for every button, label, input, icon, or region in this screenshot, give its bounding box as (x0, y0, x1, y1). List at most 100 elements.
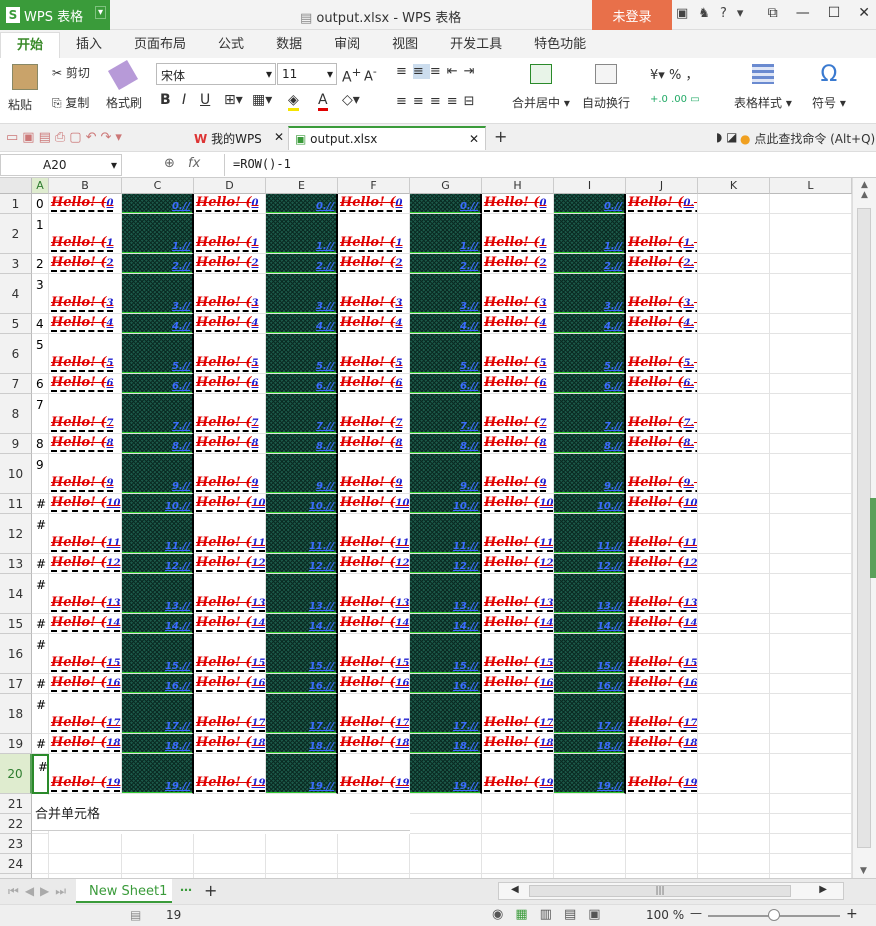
cell-d20[interactable]: Hello! (19 (194, 754, 266, 794)
cell-b15[interactable]: Hello! (14 (49, 614, 122, 634)
cell-e7[interactable]: 6.// (266, 374, 338, 394)
cell-a15[interactable]: # (32, 614, 49, 634)
cell-d23[interactable] (194, 834, 266, 854)
cell-f24[interactable] (338, 854, 410, 874)
cell-h10[interactable]: Hello! (9 (482, 454, 554, 494)
cell-j3[interactable]: Hello! (2. §) (626, 254, 698, 274)
cell-h16[interactable]: Hello! (15 (482, 634, 554, 674)
bold-button[interactable]: B (160, 92, 171, 108)
merge-center-button[interactable]: 合并居中 ▾ (512, 64, 570, 111)
cell-d15[interactable]: Hello! (14 (194, 614, 266, 634)
cell-g6[interactable]: 5.// (410, 334, 482, 374)
quick-access-toolbar[interactable]: ▭▣▤⎙▢↶↷▾ (6, 130, 126, 145)
cell-f14[interactable]: Hello! (13 (338, 574, 410, 614)
cell-g1[interactable]: 0.// (410, 194, 482, 214)
cell-h20[interactable]: Hello! (19 (482, 754, 554, 794)
cell-d7[interactable]: Hello! (6 (194, 374, 266, 394)
cell-b13[interactable]: Hello! (12 (49, 554, 122, 574)
border-icon[interactable]: ⊞▾ (224, 92, 243, 108)
cell-j6[interactable]: Hello! (5. §) (626, 334, 698, 374)
sync-icon[interactable]: ◗ ◪ (716, 130, 737, 144)
cell-k13[interactable] (698, 554, 770, 574)
help-icon[interactable]: ? (720, 6, 727, 21)
cell-e8[interactable]: 7.// (266, 394, 338, 434)
paste-button[interactable]: 粘贴 (8, 64, 38, 113)
cell-g11[interactable]: 10.// (410, 494, 482, 514)
cell-g12[interactable]: 11.// (410, 514, 482, 554)
cell-c2[interactable]: 1.// (122, 214, 194, 254)
number-format-group[interactable]: ¥▾ % ， (650, 64, 698, 83)
cell-c3[interactable]: 2.// (122, 254, 194, 274)
cell-c4[interactable]: 3.// (122, 274, 194, 314)
cell-k1[interactable] (698, 194, 770, 214)
shirt-icon[interactable]: ♞ (698, 6, 710, 21)
cell-i13[interactable]: 12.// (554, 554, 626, 574)
cell-c23[interactable] (122, 834, 194, 854)
cell-j5[interactable]: Hello! (4. §) (626, 314, 698, 334)
clear-format-icon[interactable]: ◇▾ (342, 92, 360, 108)
cell-c19[interactable]: 18.// (122, 734, 194, 754)
sheet-tab-new-sheet1[interactable]: New Sheet1 (76, 879, 172, 903)
cell-c15[interactable]: 14.// (122, 614, 194, 634)
cell-b8[interactable]: Hello! (7 (49, 394, 122, 434)
column-header-f[interactable]: F (338, 178, 410, 194)
cell-j22[interactable] (626, 814, 698, 834)
cell-k18[interactable] (698, 694, 770, 734)
cell-b19[interactable]: Hello! (18 (49, 734, 122, 754)
row-header-20[interactable]: 20 (0, 754, 32, 794)
cell-b3[interactable]: Hello! (2 (49, 254, 122, 274)
cell-l11[interactable] (770, 494, 852, 514)
cell-d12[interactable]: Hello! (11 (194, 514, 266, 554)
cell-l1[interactable] (770, 194, 852, 214)
cell-f1[interactable]: Hello! (0 (338, 194, 410, 214)
cell-i4[interactable]: 3.// (554, 274, 626, 314)
cell-i18[interactable]: 17.// (554, 694, 626, 734)
column-header-l[interactable]: L (770, 178, 852, 194)
column-header-g[interactable]: G (410, 178, 482, 194)
cell-i10[interactable]: 9.// (554, 454, 626, 494)
cell-a20[interactable]: # (32, 754, 49, 794)
cell-j4[interactable]: Hello! (3. §) (626, 274, 698, 314)
cell-j10[interactable]: Hello! (9. §) (626, 454, 698, 494)
cell-h2[interactable]: Hello! (1 (482, 214, 554, 254)
tab-output-file[interactable]: ▣ output.xlsx ✕ (288, 126, 486, 150)
cell-e13[interactable]: 12.// (266, 554, 338, 574)
cell-e4[interactable]: 3.// (266, 274, 338, 314)
zoom-slider[interactable] (708, 909, 840, 921)
cell-j17[interactable]: Hello! (16. §) (626, 674, 698, 694)
view-mode-group[interactable]: ◉▦▥▤▣ (492, 907, 613, 922)
cell-e23[interactable] (266, 834, 338, 854)
cell-d9[interactable]: Hello! (8 (194, 434, 266, 454)
cell-i6[interactable]: 5.// (554, 334, 626, 374)
cell-k22[interactable] (698, 814, 770, 834)
cell-e9[interactable]: 8.// (266, 434, 338, 454)
cell-i9[interactable]: 8.// (554, 434, 626, 454)
cell-c16[interactable]: 15.// (122, 634, 194, 674)
row-header-22[interactable]: 22 (0, 814, 32, 834)
cell-l7[interactable] (770, 374, 852, 394)
cell-h7[interactable]: Hello! (6 (482, 374, 554, 394)
cell-a4[interactable]: 3 (32, 274, 49, 314)
cell-c14[interactable]: 13.// (122, 574, 194, 614)
cell-b4[interactable]: Hello! (3 (49, 274, 122, 314)
cell-b14[interactable]: Hello! (13 (49, 574, 122, 614)
copy-button[interactable]: ⎘ 复制 (52, 94, 89, 111)
cell-h13[interactable]: Hello! (12 (482, 554, 554, 574)
command-search[interactable]: ● 点此查找命令 (Alt+Q) (740, 130, 875, 147)
cell-k14[interactable] (698, 574, 770, 614)
column-header-k[interactable]: K (698, 178, 770, 194)
cell-k16[interactable] (698, 634, 770, 674)
menu-0[interactable]: 开始 (0, 32, 61, 58)
menu-5[interactable]: 审阅 (318, 32, 376, 58)
cell-f19[interactable]: Hello! (18 (338, 734, 410, 754)
cell-b17[interactable]: Hello! (16 (49, 674, 122, 694)
cell-f10[interactable]: Hello! (9 (338, 454, 410, 494)
horizontal-scrollbar[interactable]: ◀ ||| ▶ (498, 882, 844, 900)
row-header-1[interactable]: 1 (0, 194, 32, 214)
cell-b7[interactable]: Hello! (6 (49, 374, 122, 394)
row-header-6[interactable]: 6 (0, 334, 32, 374)
cell-l2[interactable] (770, 214, 852, 254)
cell-l17[interactable] (770, 674, 852, 694)
cell-f2[interactable]: Hello! (1 (338, 214, 410, 254)
cell-g18[interactable]: 17.// (410, 694, 482, 734)
